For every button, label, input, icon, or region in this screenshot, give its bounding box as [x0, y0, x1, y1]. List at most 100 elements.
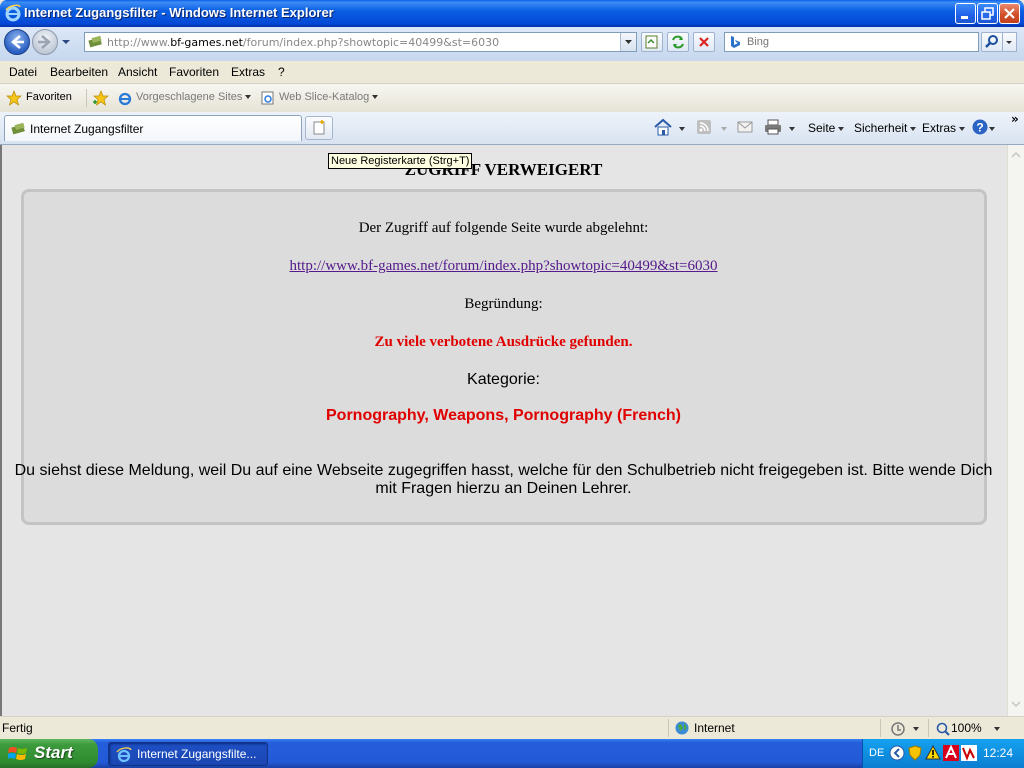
- restore-button[interactable]: [977, 3, 998, 24]
- network-tool-icon[interactable]: [961, 745, 977, 761]
- security-menu[interactable]: Sicherheit: [854, 121, 917, 135]
- protected-mode-dropdown[interactable]: [910, 721, 919, 735]
- minimize-button[interactable]: [955, 3, 976, 24]
- address-url: http://www.bf-games.net/forum/index.php?…: [107, 36, 500, 49]
- tab-internet-zugangsfilter[interactable]: Internet Zugangsfilter: [4, 115, 302, 141]
- clock[interactable]: 12:24: [983, 746, 1013, 760]
- reason-label: Begründung:: [464, 296, 543, 312]
- tray-expand-icon[interactable]: [889, 745, 905, 761]
- address-bar[interactable]: http://www.bf-games.net/forum/index.php?…: [84, 32, 637, 52]
- site-favicon-icon: [88, 35, 102, 48]
- web-slice-icon: [261, 91, 274, 105]
- internet-explorer-icon: [5, 4, 21, 22]
- print-dropdown[interactable]: [786, 121, 795, 135]
- feeds-dropdown[interactable]: [718, 121, 727, 135]
- more-commands-chevron-icon[interactable]: »: [1011, 112, 1019, 126]
- page-heading: ZUGRIFF VERWEIGERT: [404, 160, 603, 179]
- back-button[interactable]: [4, 29, 30, 55]
- windows-taskbar: Start Internet Zugangsfilte... DE 12:24: [0, 739, 1024, 768]
- windows-flag-icon: [8, 747, 27, 760]
- search-icon: [985, 35, 998, 48]
- feeds-icon[interactable]: [696, 119, 712, 135]
- zoom-dropdown[interactable]: [991, 721, 1000, 735]
- protected-mode-icon[interactable]: [890, 721, 910, 737]
- read-mail-icon[interactable]: [736, 119, 754, 135]
- internet-zone-globe-icon: [675, 721, 689, 735]
- menu-favorites[interactable]: Favoriten: [169, 65, 219, 79]
- favorites-button[interactable]: Favoriten: [26, 91, 72, 103]
- search-options-dropdown[interactable]: [1003, 32, 1017, 52]
- zoom-icon[interactable]: [935, 721, 951, 737]
- notice-text-line1: Du siehst diese Meldung, weil Du auf ein…: [14, 462, 993, 479]
- favorites-bar: Favoriten Vorgeschlagene Sites Web Slice…: [0, 84, 1024, 112]
- blocked-url-link[interactable]: http://www.bf-games.net/forum/index.php?…: [290, 258, 718, 274]
- start-button[interactable]: Start: [0, 739, 98, 768]
- security-zone-label: Internet: [694, 721, 735, 735]
- forward-button[interactable]: [32, 29, 58, 55]
- navigation-bar: http://www.bf-games.net/forum/index.php?…: [0, 27, 1024, 61]
- chevron-down-icon: [1006, 41, 1012, 44]
- search-button[interactable]: [981, 32, 1003, 52]
- taskbar-ie-window-button[interactable]: Internet Zugangsfilte...: [108, 742, 268, 766]
- status-divider: [880, 719, 881, 737]
- web-slice-gallery-link[interactable]: Web Slice-Katalog: [279, 91, 379, 103]
- search-box[interactable]: [724, 32, 979, 52]
- refresh-button[interactable]: [667, 32, 689, 52]
- refresh-icon: [672, 35, 684, 49]
- svg-text:?: ?: [976, 121, 983, 135]
- stop-icon: [699, 37, 709, 47]
- security-shield-icon[interactable]: [907, 745, 923, 761]
- notice-text-line2: mit Fragen hierzu an Deinen Lehrer.: [375, 480, 632, 497]
- antivirus-icon[interactable]: [943, 745, 959, 761]
- vertical-scrollbar[interactable]: [1007, 145, 1024, 716]
- menu-help[interactable]: ?: [278, 65, 285, 79]
- warning-icon[interactable]: [925, 745, 941, 761]
- status-bar: Fertig Internet 100%: [0, 716, 1024, 739]
- home-dropdown[interactable]: [676, 121, 685, 135]
- start-label: Start: [34, 743, 73, 762]
- reason-text: Zu viele verbotene Ausdrücke gefunden.: [374, 334, 633, 350]
- status-divider: [928, 719, 929, 737]
- tab-label: Internet Zugangsfilter: [30, 122, 144, 136]
- window-title-bar[interactable]: Internet Zugangsfilter - Windows Interne…: [0, 0, 1024, 27]
- new-tab-icon: [313, 120, 325, 135]
- menu-file[interactable]: Datei: [9, 65, 37, 79]
- taskbar-item-label: Internet Zugangsfilte...: [137, 747, 257, 761]
- blocked-url-line: http://www.bf-games.net/forum/index.php?…: [0, 258, 1007, 275]
- menu-tools[interactable]: Extras: [231, 65, 265, 79]
- internet-explorer-icon: [116, 747, 132, 763]
- forward-arrow-icon: [38, 35, 51, 49]
- new-tab-tooltip: Neue Registerkarte (Strg+T): [328, 153, 473, 169]
- intro-text: Der Zugriff auf folgende Seite wurde abg…: [358, 220, 649, 236]
- status-text: Fertig: [2, 721, 33, 735]
- help-dropdown[interactable]: [986, 121, 995, 135]
- search-input[interactable]: [747, 34, 972, 50]
- recent-pages-dropdown-icon[interactable]: [60, 36, 72, 48]
- menu-view[interactable]: Ansicht: [118, 65, 157, 79]
- close-window-button[interactable]: [999, 3, 1020, 24]
- system-tray: DE 12:24: [862, 739, 1024, 768]
- category-list: Pornography, Weapons, Pornography (Frenc…: [326, 407, 681, 424]
- add-to-favorites-bar-icon[interactable]: [92, 90, 110, 106]
- window-title: Internet Zugangsfilter - Windows Interne…: [24, 5, 334, 20]
- home-icon[interactable]: [653, 118, 673, 136]
- bing-icon: [731, 36, 740, 48]
- zoom-level[interactable]: 100%: [951, 721, 982, 735]
- status-divider: [668, 719, 669, 737]
- print-icon[interactable]: [763, 118, 783, 136]
- scroll-up-arrow-icon[interactable]: [1009, 147, 1023, 163]
- menu-edit[interactable]: Bearbeiten: [50, 65, 108, 79]
- favorites-star-icon: [6, 90, 22, 106]
- page-menu[interactable]: Seite: [808, 121, 845, 135]
- scroll-down-arrow-icon[interactable]: [1009, 696, 1023, 712]
- suggested-sites-link[interactable]: Vorgeschlagene Sites: [136, 91, 252, 103]
- site-favicon-icon: [11, 122, 25, 135]
- new-tab-button[interactable]: [305, 116, 333, 140]
- address-dropdown-button[interactable]: [620, 33, 636, 51]
- stop-button[interactable]: [693, 32, 715, 52]
- language-indicator[interactable]: DE: [869, 747, 884, 759]
- chevron-down-icon: [625, 40, 632, 44]
- tab-bar: Internet Zugangsfilter Seite Sicherheit …: [0, 112, 1024, 145]
- tools-menu[interactable]: Extras: [922, 121, 966, 135]
- compatibility-view-button[interactable]: [641, 32, 663, 52]
